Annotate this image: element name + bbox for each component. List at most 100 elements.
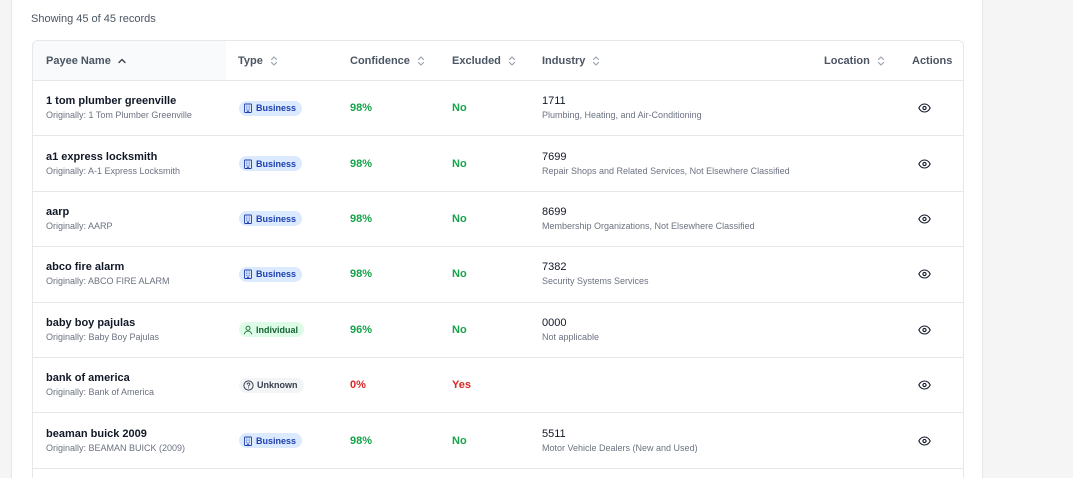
type-label: Business: [256, 213, 297, 224]
table-row[interactable]: bank of america Originally: Bank of Ameri…: [33, 358, 963, 414]
confidence-cell: 98%: [350, 413, 372, 467]
payee-name: 1 tom plumber greenville: [46, 95, 177, 108]
type-badge: Business: [239, 266, 303, 282]
payee-name: aarp: [46, 205, 70, 218]
actions-cell: [918, 81, 931, 135]
column-label: Actions: [912, 54, 953, 67]
column-header-industry[interactable]: Industry: [542, 41, 601, 80]
type-cell: Business: [239, 247, 303, 301]
column-header-excluded[interactable]: Excluded: [452, 41, 517, 80]
excluded-cell: No: [452, 192, 467, 246]
excluded-cell: No: [452, 247, 467, 301]
table-row[interactable]: abco fire alarm Originally: ABCO FIRE ALA…: [33, 247, 963, 303]
confidence-value: 98%: [350, 434, 373, 447]
actions-cell: [918, 136, 931, 190]
actions-cell: [918, 192, 931, 246]
confidence-value: 96%: [350, 323, 373, 336]
excluded-cell: Yes: [452, 358, 471, 412]
confidence-value: 0%: [350, 379, 366, 392]
question-circle-icon: [243, 380, 257, 391]
view-eye-icon[interactable]: [918, 325, 931, 335]
payee-cell: 1 tom plumber greenville Originally: 1 To…: [46, 81, 192, 135]
actions-cell: [918, 413, 931, 467]
industry-cell: 0000 Not applicable: [542, 303, 599, 357]
type-badge: Business: [239, 156, 303, 172]
excluded-value: No: [452, 268, 467, 281]
view-eye-icon[interactable]: [918, 214, 931, 224]
table-row[interactable]: a1 express locksmith Originally: A-1 Expr…: [33, 136, 963, 192]
sort-unsorted-icon: [269, 55, 279, 67]
excluded-cell: No: [452, 81, 467, 135]
industry-code: 7382: [542, 261, 567, 274]
type-label: Business: [256, 103, 297, 114]
type-badge: Business: [239, 100, 303, 116]
table-row[interactable]: 1 tom plumber greenville Originally: 1 To…: [33, 81, 963, 137]
type-label: Unknown: [257, 380, 298, 391]
sort-unsorted-icon: [591, 55, 601, 67]
excluded-value: No: [452, 212, 467, 225]
confidence-cell: 98%: [350, 136, 372, 190]
payee-original-name: Originally: 1 Tom Plumber Greenville: [46, 110, 192, 121]
table-row[interactable]: aarp Originally: AARP Business 98% No 8699 Mem…: [33, 192, 963, 248]
column-label: Industry: [542, 54, 586, 67]
column-label: Location: [824, 54, 870, 67]
industry-cell: 7699 Repair Shops and Related Services, N…: [542, 136, 790, 190]
payee-original-name: Originally: ABCO FIRE ALARM: [46, 276, 170, 287]
type-label: Business: [256, 435, 297, 446]
column-label: Type: [238, 54, 263, 67]
sort-unsorted-icon: [876, 55, 886, 67]
type-label: Business: [256, 269, 297, 280]
column-header-type[interactable]: Type: [238, 41, 279, 80]
excluded-value: No: [452, 323, 467, 336]
industry-code: 7699: [542, 150, 567, 163]
confidence-value: 98%: [350, 102, 373, 115]
payee-name: bank of america: [46, 372, 130, 385]
type-cell: Unknown: [239, 358, 304, 412]
table-row[interactable]: baby boy pajulas Originally: Baby Boy Paj…: [33, 303, 963, 358]
excluded-cell: No: [452, 136, 467, 190]
confidence-cell: 98%: [350, 192, 372, 246]
view-eye-icon[interactable]: [918, 269, 931, 279]
confidence-value: 98%: [350, 212, 373, 225]
building-icon: [243, 159, 256, 169]
confidence-value: 98%: [350, 268, 373, 281]
type-badge: Business: [239, 211, 303, 227]
excluded-value: No: [452, 434, 467, 447]
column-header-location[interactable]: Location: [824, 41, 886, 80]
actions-cell: [918, 303, 931, 357]
view-eye-icon[interactable]: [918, 103, 931, 113]
industry-description: Motor Vehicle Dealers (New and Used): [542, 442, 698, 453]
industry-description: Security Systems Services: [542, 276, 649, 287]
type-badge: Business: [239, 433, 303, 449]
confidence-value: 98%: [350, 157, 373, 170]
column-label: Excluded: [452, 54, 501, 67]
industry-description: Repair Shops and Related Services, Not E…: [542, 165, 790, 176]
building-icon: [243, 214, 256, 224]
payee-cell: beaman buick 2009 Originally: BEAMAN BUIC…: [46, 413, 185, 467]
payee-name: baby boy pajulas: [46, 316, 136, 329]
payee-table: Payee Name Type Confidence Excluded Indu…: [32, 40, 964, 478]
person-icon: [243, 325, 256, 335]
payee-cell: baby boy pajulas Originally: Baby Boy Paj…: [46, 303, 159, 357]
view-eye-icon[interactable]: [918, 380, 931, 390]
type-cell: Business: [239, 413, 303, 467]
sort-unsorted-icon: [416, 55, 426, 67]
records-panel: Showing 45 of 45 records Payee Name Type…: [11, 0, 983, 478]
industry-description: Membership Organizations, Not Elsewhere …: [542, 220, 755, 231]
view-eye-icon[interactable]: [918, 435, 931, 446]
view-eye-icon[interactable]: [918, 159, 931, 169]
excluded-cell: No: [452, 413, 467, 467]
excluded-value: No: [452, 102, 467, 115]
type-label: Individual: [256, 324, 299, 335]
sort-ascending-icon: [117, 56, 127, 66]
excluded-value: No: [452, 157, 467, 170]
type-badge: Unknown: [239, 377, 304, 393]
column-header-payee-name[interactable]: Payee Name: [33, 41, 226, 80]
table-header: Payee Name Type Confidence Excluded Indu…: [33, 41, 963, 81]
column-header-confidence[interactable]: Confidence: [350, 41, 426, 80]
table-row[interactable]: beaman buick 2009 Originally: BEAMAN BUIC…: [33, 413, 963, 469]
building-icon: [243, 103, 256, 114]
industry-cell: 8699 Membership Organizations, Not Elsewh…: [542, 192, 755, 246]
type-cell: Business: [239, 81, 303, 135]
payee-name: a1 express locksmith: [46, 150, 158, 163]
